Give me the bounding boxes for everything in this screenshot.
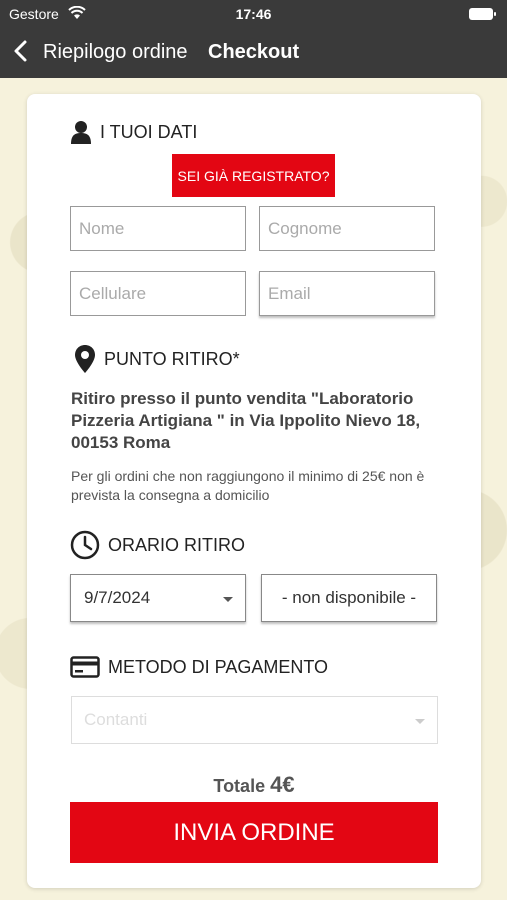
total-amount: 4€ (270, 772, 295, 797)
pickup-date-value: 9/7/2024 (84, 588, 151, 607)
clock: 17:46 (235, 6, 272, 22)
pickup-point-title: PUNTO RITIRO* (104, 348, 240, 369)
pickup-note: Per gli ordini che non raggiungono il mi… (71, 468, 425, 503)
user-data-heading: I TUOI DATI (70, 120, 197, 144)
phone-input[interactable]: Cellulare (70, 271, 246, 316)
user-icon (71, 121, 91, 144)
pickup-date-select[interactable]: 9/7/2024 (70, 574, 246, 622)
pickup-time-heading: ORARIO RITIRO (70, 530, 245, 560)
payment-method-select[interactable]: Contanti (71, 696, 438, 744)
total-label: Totale (213, 776, 266, 796)
email-input[interactable]: Email (259, 271, 435, 316)
pickup-time-title: ORARIO RITIRO (108, 534, 246, 555)
location-pin-icon (75, 345, 95, 373)
order-total: Totale 4€ (27, 772, 481, 798)
pickup-time-value: - non disponibile - (281, 588, 417, 607)
payment-method-value: Contanti (84, 710, 148, 729)
page-title: Checkout (208, 41, 300, 63)
pickup-point-heading: PUNTO RITIRO* (74, 344, 240, 374)
already-registered-button[interactable]: SEI GIÀ REGISTRATO? (172, 154, 335, 197)
first-name-input[interactable]: Nome (70, 206, 246, 251)
payment-heading: METODO DI PAGAMENTO (70, 656, 328, 678)
checkout-card: I TUOI DATI SEI GIÀ REGISTRATO? Nome Cog… (27, 94, 481, 888)
payment-title: METODO DI PAGAMENTO (108, 656, 329, 677)
dropdown-caret-icon (223, 597, 233, 602)
navigation-bar: Riepilogo ordine Checkout (0, 36, 507, 68)
submit-order-button[interactable]: INVIA ORDINE (70, 802, 438, 863)
back-button[interactable]: Riepilogo ordine (43, 41, 188, 64)
pickup-address: Ritiro presso il punto vendita "Laborato… (71, 389, 421, 452)
back-chevron-icon[interactable] (12, 39, 30, 63)
pickup-time-select[interactable]: - non disponibile - (261, 574, 437, 622)
credit-card-icon (70, 656, 100, 678)
battery-icon (469, 8, 496, 20)
status-bar: Gestore 17:46 (0, 0, 507, 28)
dropdown-caret-icon (415, 719, 425, 724)
app-header: Gestore 17:46 Riepilogo ordine Checkout (0, 0, 507, 78)
last-name-input[interactable]: Cognome (259, 206, 435, 251)
clock-icon (70, 530, 100, 560)
user-data-title: I TUOI DATI (100, 121, 198, 142)
